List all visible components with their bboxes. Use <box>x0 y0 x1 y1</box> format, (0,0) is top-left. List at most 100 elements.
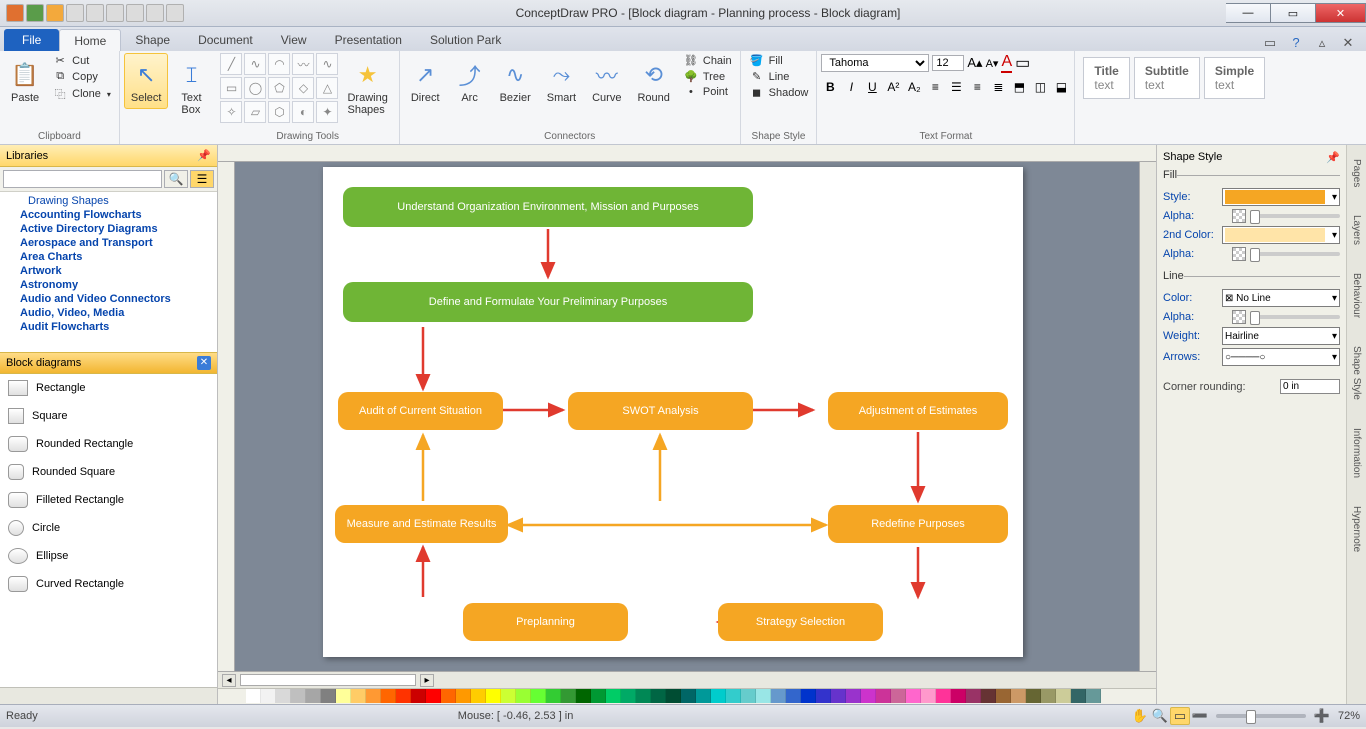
palette-color[interactable] <box>966 689 981 703</box>
palette-color[interactable] <box>921 689 936 703</box>
tree-item[interactable]: Artwork <box>0 264 217 278</box>
canvas-vscroll[interactable] <box>1139 162 1156 671</box>
palette-color[interactable] <box>996 689 1011 703</box>
palette-color[interactable] <box>696 689 711 703</box>
shrink-font-icon[interactable]: A▾ <box>986 57 999 70</box>
tool-button[interactable]: ⬡ <box>268 101 290 123</box>
shape-item[interactable]: Rounded Square <box>0 458 217 486</box>
qat-button[interactable] <box>86 4 104 22</box>
align-left-button[interactable]: ≡ <box>926 78 944 96</box>
page-next-button[interactable]: ▸ <box>420 674 434 687</box>
sidetab-behaviour[interactable]: Behaviour <box>1351 269 1362 322</box>
palette-color[interactable] <box>636 689 651 703</box>
line-color-dropdown[interactable]: ⊠ No Line▾ <box>1222 289 1340 307</box>
connector-round-button[interactable]: ⟲Round <box>630 53 676 109</box>
palette-color[interactable] <box>606 689 621 703</box>
align-center-button[interactable]: ☰ <box>947 78 965 96</box>
palette-color[interactable] <box>366 689 381 703</box>
palette-color[interactable] <box>666 689 681 703</box>
connector-direct-button[interactable]: ↗Direct <box>404 53 447 109</box>
palette-color[interactable] <box>771 689 786 703</box>
connector-curve-button[interactable]: 〰Curve <box>585 53 628 109</box>
diagram-block[interactable]: Redefine Purposes <box>828 505 1008 543</box>
minimize-button[interactable]: — <box>1226 3 1271 23</box>
superscript-button[interactable]: A² <box>884 78 902 96</box>
tool-button[interactable]: ∿ <box>316 53 338 75</box>
search-button[interactable]: 🔍 <box>164 170 188 188</box>
diagram-block[interactable]: SWOT Analysis <box>568 392 753 430</box>
align-justify-button[interactable]: ≣ <box>989 78 1007 96</box>
libraries-tree[interactable]: Drawing Shapes Accounting Flowcharts Act… <box>0 192 217 352</box>
page[interactable]: Understand Organization Environment, Mis… <box>323 167 1023 657</box>
palette-color[interactable] <box>426 689 441 703</box>
palette-color[interactable] <box>981 689 996 703</box>
zoom-tool-icon[interactable]: 🔍 <box>1150 708 1170 724</box>
qat-button[interactable] <box>146 4 164 22</box>
shape-item[interactable]: Rounded Rectangle <box>0 430 217 458</box>
connector-bezier-button[interactable]: ∿Bezier <box>493 53 538 109</box>
section-block-diagrams[interactable]: Block diagrams✕ <box>0 352 217 374</box>
underline-button[interactable]: U <box>863 78 881 96</box>
palette-color[interactable] <box>1041 689 1056 703</box>
connector-point-button[interactable]: •Point <box>679 85 736 99</box>
shape-item[interactable]: Circle <box>0 514 217 542</box>
bold-button[interactable]: B <box>821 78 839 96</box>
tool-button[interactable]: ◯ <box>244 77 266 99</box>
palette-color[interactable] <box>861 689 876 703</box>
palette-color[interactable] <box>501 689 516 703</box>
tab-document[interactable]: Document <box>184 29 267 51</box>
shape-list[interactable]: Rectangle Square Rounded Rectangle Round… <box>0 374 217 687</box>
diagram-block[interactable]: Measure and Estimate Results <box>335 505 508 543</box>
palette-color[interactable] <box>321 689 336 703</box>
diagram-block[interactable]: Understand Organization Environment, Mis… <box>343 187 753 227</box>
sidetab-shape-style[interactable]: Shape Style <box>1351 342 1362 404</box>
tab-solution-park[interactable]: Solution Park <box>416 29 515 51</box>
help-icon[interactable]: ? <box>1288 35 1304 51</box>
fill-button[interactable]: 🪣Fill <box>745 53 813 68</box>
page-navigator[interactable]: ◂ ▸ <box>218 671 438 688</box>
qat-button[interactable] <box>126 4 144 22</box>
tool-button[interactable]: ✧ <box>220 101 242 123</box>
preset-title[interactable]: Titletext <box>1083 57 1129 99</box>
close-section-icon[interactable]: ✕ <box>197 356 211 370</box>
diagram-block[interactable]: Adjustment of Estimates <box>828 392 1008 430</box>
font-select[interactable]: Tahoma <box>821 54 929 72</box>
qat-button[interactable] <box>46 4 64 22</box>
palette-color[interactable] <box>486 689 501 703</box>
palette-color[interactable] <box>276 689 291 703</box>
fit-page-icon[interactable]: ▭ <box>1170 707 1190 725</box>
qat-button[interactable] <box>6 4 24 22</box>
palette-color[interactable] <box>726 689 741 703</box>
clone-button[interactable]: ⿻Clone▾ <box>48 85 115 103</box>
maximize-button[interactable]: ▭ <box>1271 3 1316 23</box>
palette-color[interactable] <box>576 689 591 703</box>
tool-button[interactable]: ▭ <box>220 77 242 99</box>
palette-color[interactable] <box>1026 689 1041 703</box>
pan-tool-icon[interactable]: ✋ <box>1130 708 1150 724</box>
alpha-slider[interactable] <box>1250 214 1340 218</box>
palette-color[interactable] <box>846 689 861 703</box>
pin-icon[interactable]: 📌 <box>1326 151 1340 164</box>
palette-color[interactable] <box>681 689 696 703</box>
tree-item[interactable]: Astronomy <box>0 278 217 292</box>
palette-color[interactable] <box>936 689 951 703</box>
search-input[interactable] <box>3 170 162 188</box>
font-color-icon[interactable]: A <box>1001 53 1012 73</box>
palette-color[interactable] <box>531 689 546 703</box>
tab-presentation[interactable]: Presentation <box>321 29 416 51</box>
tree-item[interactable]: Area Charts <box>0 250 217 264</box>
preset-subtitle[interactable]: Subtitletext <box>1134 57 1200 99</box>
left-hscroll[interactable] <box>0 687 217 704</box>
palette-color[interactable] <box>351 689 366 703</box>
tool-button[interactable]: ◠ <box>268 53 290 75</box>
pin-icon[interactable]: 📌 <box>197 149 211 162</box>
palette-color[interactable] <box>906 689 921 703</box>
diagram-block[interactable]: Audit of Current Situation <box>338 392 503 430</box>
paste-button[interactable]: 📋Paste <box>4 53 46 109</box>
palette-color[interactable] <box>411 689 426 703</box>
shape-item[interactable]: Curved Rectangle <box>0 570 217 598</box>
qat-button[interactable] <box>66 4 84 22</box>
grow-font-icon[interactable]: A▴ <box>967 55 982 71</box>
palette-color[interactable] <box>591 689 606 703</box>
alpha2-slider[interactable] <box>1250 252 1340 256</box>
